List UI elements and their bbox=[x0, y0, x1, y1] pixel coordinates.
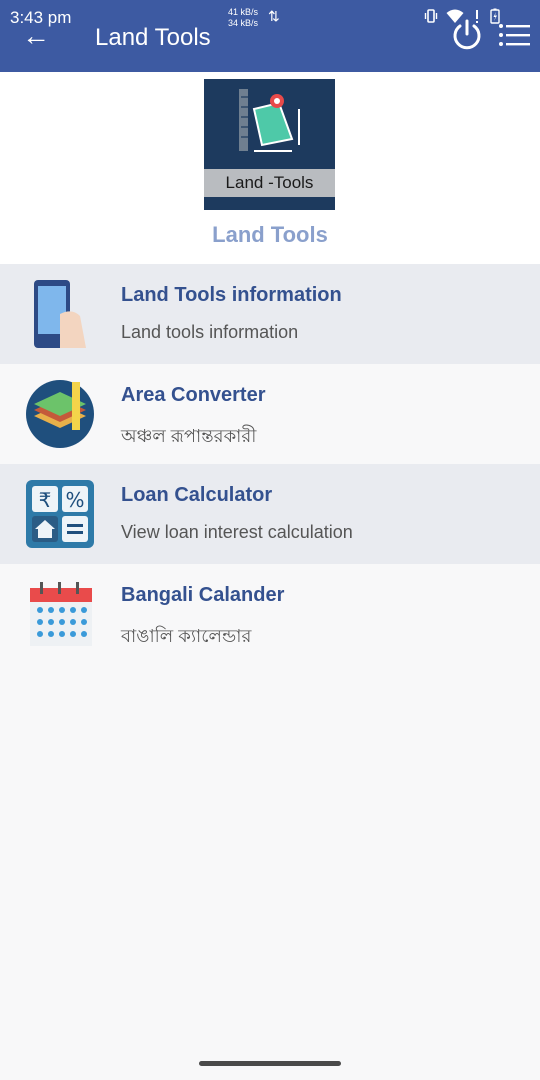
list-item-land-tools-information[interactable]: Land Tools information Land tools inform… bbox=[0, 264, 540, 364]
logo-label: Land -Tools bbox=[204, 169, 335, 197]
network-speed-down: 41 kB/s bbox=[228, 7, 259, 17]
tools-list: Land Tools information Land tools inform… bbox=[0, 264, 540, 664]
list-item-area-converter[interactable]: Area Converter অঞ্চল রূপান্তরকারী bbox=[0, 364, 540, 464]
data-transfer-icon: ⇅ bbox=[268, 8, 280, 24]
app-logo: Land -Tools bbox=[204, 79, 335, 210]
svg-text:%: % bbox=[65, 488, 84, 512]
list-item-title: Loan Calculator bbox=[121, 484, 273, 506]
menu-icon[interactable] bbox=[497, 20, 531, 50]
list-item-bangali-calander[interactable]: Bangali Calander বাঙালি ক্যালেন্ডার bbox=[0, 564, 540, 664]
list-item-title: Bangali Calander bbox=[121, 584, 285, 606]
page-title: Land Tools bbox=[95, 24, 211, 51]
back-button[interactable]: ← bbox=[22, 22, 52, 52]
svg-text:₹: ₹ bbox=[39, 488, 52, 512]
list-item-subtitle: View loan interest calculation bbox=[121, 522, 353, 542]
area-layers-icon bbox=[26, 380, 94, 448]
vibrate-icon bbox=[424, 9, 438, 23]
home-indicator[interactable] bbox=[199, 1061, 341, 1066]
network-speed: 41 kB/s 34 kB/s bbox=[228, 7, 258, 29]
header-title: Land Tools bbox=[212, 222, 328, 247]
app-bar: 3:43 pm 41 kB/s 34 kB/s ⇅ ← Land Tools bbox=[0, 0, 540, 72]
list-item-subtitle: অঞ্চল রূপান্তরকারী bbox=[121, 426, 257, 446]
calendar-icon bbox=[30, 582, 92, 646]
list-item-title: Land Tools information bbox=[121, 284, 342, 306]
power-icon[interactable] bbox=[450, 18, 484, 52]
list-item-subtitle: বাঙালি ক্যালেন্ডার bbox=[121, 626, 252, 646]
calculator-icon: ₹ % bbox=[26, 480, 94, 548]
phone-hand-icon bbox=[34, 280, 86, 348]
list-item-subtitle: Land tools information bbox=[121, 322, 299, 342]
list-item-loan-calculator[interactable]: ₹ % Loan Calculator View loan interest c… bbox=[0, 464, 540, 564]
list-item-title: Area Converter bbox=[121, 384, 266, 406]
app-header: Land -Tools Land Tools bbox=[0, 72, 540, 264]
land-tools-logo-icon bbox=[239, 89, 300, 152]
network-speed-up: 34 kB/s bbox=[228, 18, 259, 28]
